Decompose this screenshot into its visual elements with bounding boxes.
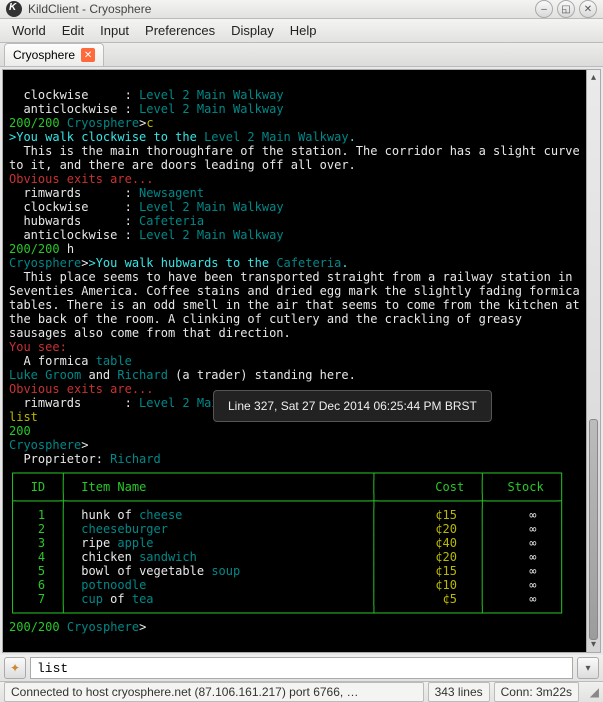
menu-preferences[interactable]: Preferences xyxy=(137,19,223,42)
menubar: World Edit Input Preferences Display Hel… xyxy=(0,19,603,43)
menu-display[interactable]: Display xyxy=(223,19,282,42)
tabbar: Cryosphere ✕ xyxy=(0,43,603,67)
shop-table: Proprietor: Richard ┌──────┬────────────… xyxy=(9,452,565,620)
input-row: ✦ ▾ xyxy=(0,655,603,681)
command-input[interactable] xyxy=(30,657,573,679)
menu-edit[interactable]: Edit xyxy=(54,19,92,42)
terminal-wrap: clockwise : Level 2 Main Walkway anticlo… xyxy=(2,69,601,653)
tab-label: Cryosphere xyxy=(13,48,75,62)
scrollbar[interactable]: ▴ ▾ xyxy=(586,70,600,652)
scroll-up-icon[interactable]: ▴ xyxy=(587,72,600,83)
history-dropdown-button[interactable]: ▾ xyxy=(577,657,599,679)
scroll-down-icon[interactable]: ▾ xyxy=(587,639,600,650)
input-icon[interactable]: ✦ xyxy=(4,657,26,679)
scroll-thumb[interactable] xyxy=(589,419,598,640)
menu-world[interactable]: World xyxy=(4,19,54,42)
resize-grip-icon[interactable]: ◢ xyxy=(583,685,599,699)
status-conn-time: Conn: 3m22s xyxy=(494,682,579,702)
status-connection: Connected to host cryosphere.net (87.106… xyxy=(4,682,424,702)
tab-cryosphere[interactable]: Cryosphere ✕ xyxy=(4,43,104,66)
maximize-button[interactable]: ◱ xyxy=(557,0,575,18)
close-button[interactable]: ✕ xyxy=(579,0,597,18)
window-title: KildClient - Cryosphere xyxy=(28,2,151,16)
tab-close-icon[interactable]: ✕ xyxy=(81,48,95,62)
statusbar: Connected to host cryosphere.net (87.106… xyxy=(0,681,603,702)
minimize-button[interactable]: – xyxy=(535,0,553,18)
menu-input[interactable]: Input xyxy=(92,19,137,42)
terminal[interactable]: clockwise : Level 2 Main Walkway anticlo… xyxy=(3,70,586,652)
status-lines: 343 lines xyxy=(428,682,490,702)
titlebar: KildClient - Cryosphere – ◱ ✕ xyxy=(0,0,603,19)
app-icon xyxy=(6,1,22,17)
menu-help[interactable]: Help xyxy=(282,19,325,42)
